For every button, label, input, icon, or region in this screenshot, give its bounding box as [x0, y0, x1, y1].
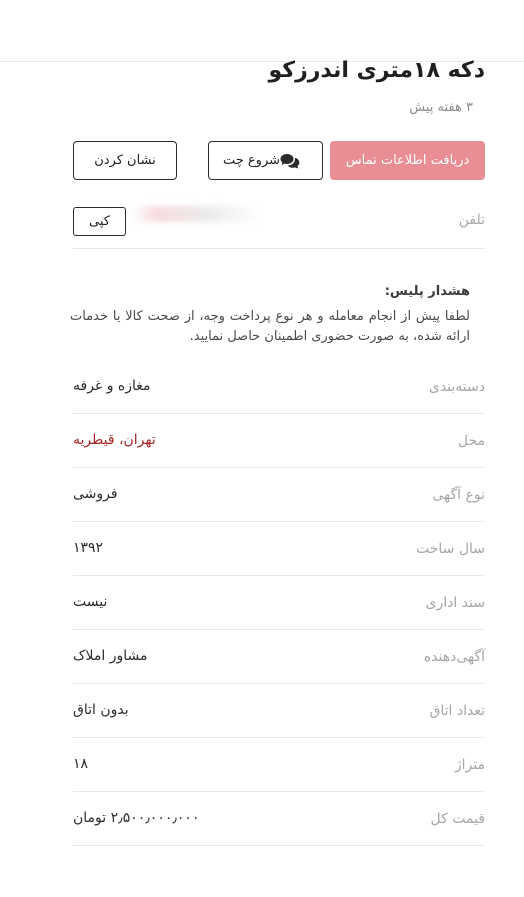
detail-value: مغازه و غرفه: [73, 378, 151, 394]
detail-row-ad-type: نوع آگهی فروشی: [73, 469, 485, 522]
police-warning: هشدار پلیس: لطفا پیش از انجام معامله و ه…: [70, 283, 470, 347]
detail-label: محل: [457, 433, 485, 449]
detail-label: سال ساخت: [415, 541, 485, 557]
phone-number-hidden: [131, 206, 261, 222]
detail-value: بدون اتاق: [73, 702, 129, 718]
detail-value: مشاور املاک: [73, 648, 148, 664]
detail-label: متراژ: [454, 757, 485, 773]
ad-detail-page: دکه ۱۸متری اندرزکو ۳ هفته پیش دریافت اطل…: [0, 0, 524, 897]
detail-label: نوع آگهی: [432, 487, 485, 503]
copy-phone-button[interactable]: کپی: [73, 207, 126, 236]
detail-label: دسته‌بندی: [428, 379, 485, 395]
bookmark-label: نشان کردن: [94, 153, 156, 168]
start-chat-label: شروع چت: [222, 153, 281, 168]
detail-label: تعداد اتاق: [429, 703, 486, 719]
detail-label: سند اداری: [425, 595, 486, 611]
detail-row-deed: سند اداری نیست: [73, 577, 485, 630]
get-contact-info-button[interactable]: دریافت اطلاعات تماس: [330, 141, 485, 180]
start-chat-button[interactable]: شروع چت: [208, 141, 323, 180]
detail-label: قیمت کل: [430, 811, 485, 827]
detail-row-rooms: تعداد اتاق بدون اتاق: [73, 685, 485, 738]
detail-row-category: دسته‌بندی مغازه و غرفه: [73, 361, 485, 414]
detail-row-build-year: سال ساخت ۱۳۹۲: [73, 523, 485, 576]
detail-row-price: قیمت کل ۲٫۵۰۰٫۰۰۰٫۰۰۰ تومان: [73, 793, 485, 846]
detail-value: نیست: [73, 594, 108, 610]
warning-body: لطفا پیش از انجام معامله و هر نوع پرداخت…: [70, 309, 470, 344]
detail-row-location: محل تهران، قیطریه: [73, 415, 485, 468]
detail-value: ۲٫۵۰۰٫۰۰۰٫۰۰۰ تومان: [73, 810, 200, 826]
get-contact-info-label: دریافت اطلاعات تماس: [345, 153, 470, 168]
phone-label: تلفن: [458, 212, 485, 228]
phone-row: تلفن کپی: [73, 196, 485, 249]
ad-details-list: دسته‌بندی مغازه و غرفه محل تهران، قیطریه…: [73, 361, 485, 847]
copy-label: کپی: [89, 214, 110, 229]
ad-title: دکه ۱۸متری اندرزکو: [268, 58, 486, 83]
detail-row-area: متراژ ۱۸: [73, 739, 485, 792]
detail-label: آگهی‌دهنده: [423, 649, 485, 665]
detail-value: فروشی: [73, 486, 118, 502]
chat-bubbles-icon: [280, 153, 300, 169]
action-bar: دریافت اطلاعات تماس شروع چت نشان کردن: [73, 141, 485, 181]
warning-title: هشدار پلیس:: [384, 284, 470, 299]
detail-row-advertiser: آگهی‌دهنده مشاور املاک: [73, 631, 485, 684]
location-link[interactable]: تهران، قیطریه: [73, 432, 156, 448]
post-time: ۳ هفته پیش: [409, 100, 473, 115]
detail-value: ۱۳۹۲: [73, 540, 104, 556]
detail-value: ۱۸: [73, 756, 89, 772]
bookmark-button[interactable]: نشان کردن: [73, 141, 177, 180]
